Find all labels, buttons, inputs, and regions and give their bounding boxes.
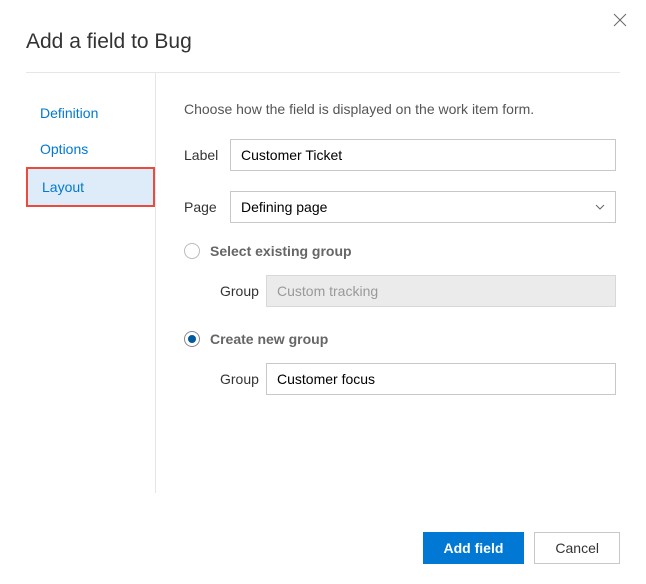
radio-dot-icon (188, 335, 196, 343)
existing-group-row: Group (184, 275, 616, 307)
label-row: Label (184, 139, 616, 171)
page-select-value[interactable] (230, 191, 616, 223)
cancel-button[interactable]: Cancel (534, 532, 620, 564)
dialog-footer: Add field Cancel (423, 532, 620, 564)
page-caption: Page (184, 199, 230, 215)
add-field-button[interactable]: Add field (423, 532, 525, 564)
radio-existing-label: Select existing group (210, 243, 352, 259)
page-row: Page (184, 191, 616, 223)
create-group-section: Create new group Group (184, 331, 616, 395)
tabs-sidebar: Definition Options Layout (26, 73, 156, 493)
radio-create-group[interactable]: Create new group (184, 331, 616, 347)
existing-group-caption: Group (220, 283, 266, 299)
radio-existing-group[interactable]: Select existing group (184, 243, 616, 259)
tab-options[interactable]: Options (26, 131, 155, 167)
layout-panel: Choose how the field is displayed on the… (156, 73, 620, 493)
radio-create-label: Create new group (210, 331, 328, 347)
close-button[interactable] (610, 10, 630, 30)
close-icon (613, 13, 627, 27)
tab-layout[interactable]: Layout (26, 167, 155, 207)
existing-group-section: Select existing group Group (184, 243, 616, 307)
tab-definition[interactable]: Definition (26, 95, 155, 131)
add-field-dialog: Add a field to Bug Definition Options La… (0, 0, 646, 584)
radio-existing-input[interactable] (184, 243, 200, 259)
existing-group-input (266, 275, 616, 307)
page-select[interactable] (230, 191, 616, 223)
dialog-title: Add a field to Bug (0, 0, 646, 72)
dialog-body: Definition Options Layout Choose how the… (0, 73, 646, 493)
intro-text: Choose how the field is displayed on the… (184, 101, 616, 117)
label-input[interactable] (230, 139, 616, 171)
radio-create-input[interactable] (184, 331, 200, 347)
label-caption: Label (184, 147, 230, 163)
create-group-input[interactable] (266, 363, 616, 395)
create-group-caption: Group (220, 371, 266, 387)
create-group-row: Group (184, 363, 616, 395)
